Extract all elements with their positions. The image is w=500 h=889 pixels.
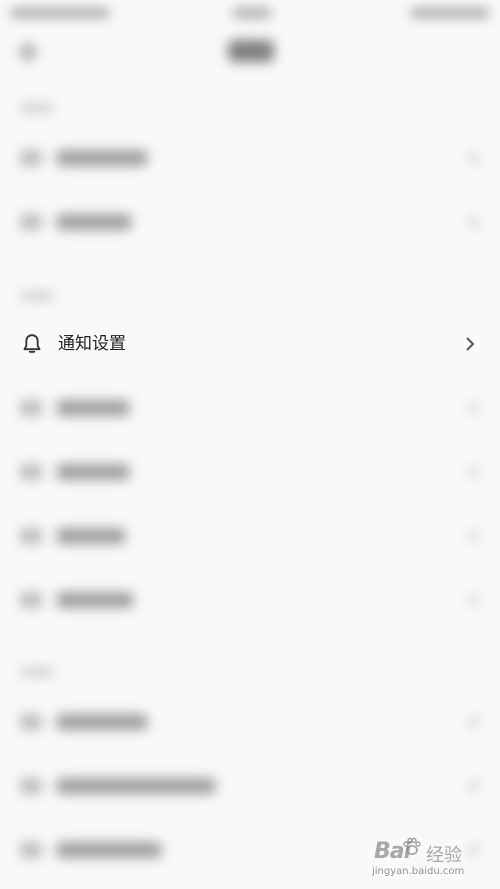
row-label <box>56 592 134 608</box>
row-label <box>56 464 130 480</box>
status-bar <box>0 0 500 28</box>
row-label <box>56 714 148 730</box>
chevron-right-icon <box>470 716 478 728</box>
settings-row[interactable] <box>0 568 500 632</box>
settings-row[interactable] <box>0 376 500 440</box>
row-label <box>56 214 132 230</box>
chevron-right-icon <box>470 594 478 606</box>
notification-settings-row[interactable]: 通知设置 <box>0 312 500 376</box>
row-icon <box>20 150 42 166</box>
section-label <box>20 668 54 676</box>
row-label <box>56 528 126 544</box>
row-icon <box>20 528 42 544</box>
settings-row[interactable] <box>0 126 500 190</box>
row-icon <box>20 400 42 416</box>
row-label <box>56 842 162 858</box>
row-icon <box>20 842 42 858</box>
watermark-url: jingyan.baidu.com <box>372 866 465 877</box>
chevron-right-icon <box>470 216 478 228</box>
row-icon <box>20 778 42 794</box>
watermark-jingyan-text: 经验 <box>426 845 462 866</box>
row-icon <box>20 592 42 608</box>
status-icons <box>410 8 490 18</box>
row-icon <box>20 464 42 480</box>
settings-row[interactable] <box>0 440 500 504</box>
settings-row[interactable] <box>0 754 500 818</box>
row-label <box>56 400 130 416</box>
chevron-right-icon <box>470 780 478 792</box>
back-icon[interactable] <box>20 44 36 60</box>
settings-screen: 通知设置 Bai 经验 jingyan.baidu.com <box>0 0 500 889</box>
row-icon <box>20 714 42 730</box>
settings-row[interactable] <box>0 504 500 568</box>
chevron-right-icon <box>470 466 478 478</box>
row-label <box>56 150 148 166</box>
bell-icon <box>23 334 41 353</box>
notification-settings-label: 通知设置 <box>58 334 126 354</box>
paw-icon <box>403 837 421 855</box>
watermark: Bai 经验 jingyan.baidu.com <box>366 833 486 885</box>
chevron-right-icon <box>466 337 474 351</box>
settings-row[interactable] <box>0 690 500 754</box>
page-title <box>228 40 274 62</box>
chevron-right-icon <box>470 402 478 414</box>
chevron-right-icon <box>470 530 478 542</box>
chevron-right-icon <box>470 152 478 164</box>
row-icon <box>20 214 42 230</box>
row-label <box>56 778 216 794</box>
status-carrier <box>10 8 110 18</box>
section-label <box>20 104 54 112</box>
header <box>0 28 500 78</box>
settings-row[interactable] <box>0 190 500 254</box>
status-time <box>232 8 272 18</box>
section-label <box>20 292 54 300</box>
